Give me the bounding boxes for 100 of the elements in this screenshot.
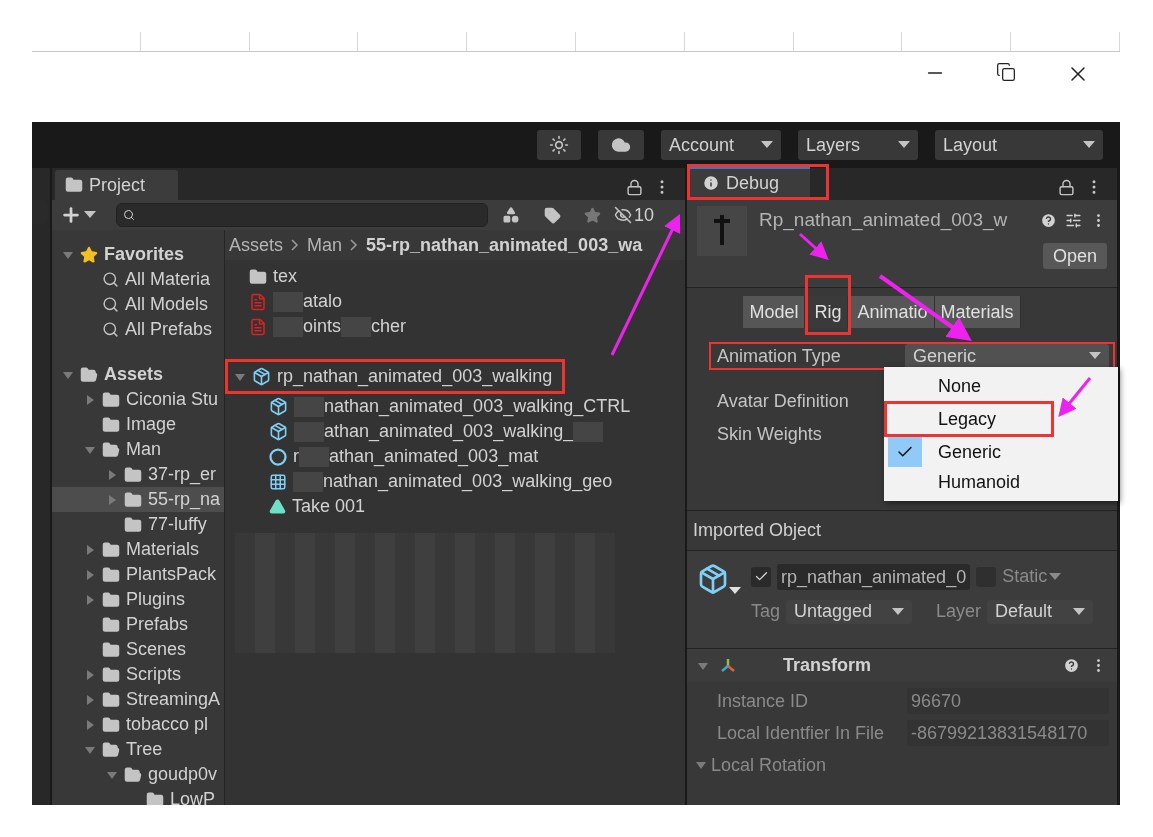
collapsed-arrow-icon[interactable]	[84, 693, 96, 706]
menu-item[interactable]: Humanoid	[884, 467, 1118, 497]
tree-item[interactable]: Image	[52, 412, 224, 437]
tree-item[interactable]: Assets	[52, 362, 224, 387]
asset-item[interactable]: Take 001	[225, 494, 685, 519]
tree-item[interactable]: Scenes	[52, 637, 224, 662]
tree-item[interactable]: Scripts	[52, 662, 224, 687]
asset-name: athan_animated_003_walking_	[324, 420, 574, 444]
debug-tab[interactable]: Debug	[690, 167, 810, 197]
info-icon	[702, 174, 720, 192]
breadcrumb-link[interactable]: Man	[307, 231, 343, 259]
tree-item[interactable]: Prefabs	[52, 612, 224, 637]
collapsed-arrow-icon[interactable]	[106, 493, 118, 506]
help-icon[interactable]	[1040, 211, 1057, 229]
asset-item[interactable]: r athan_animated_003_mat	[225, 444, 685, 469]
collapsed-arrow-icon[interactable]	[84, 718, 96, 731]
collapsed-arrow-icon[interactable]	[84, 668, 96, 681]
collapsed-arrow-icon[interactable]	[84, 543, 96, 556]
tree-item[interactable]: Tree	[52, 737, 224, 762]
tree-item[interactable]: Favorites	[52, 242, 224, 267]
caret-icon	[729, 587, 741, 595]
open-folder-icon	[102, 440, 120, 459]
open-button[interactable]: Open	[1042, 242, 1107, 269]
asset-name: cher	[371, 315, 407, 338]
asset-item[interactable]: nathan_animated_003_walking_geo	[225, 469, 685, 494]
tree-item[interactable]: goudp0v	[52, 762, 224, 787]
search-field[interactable]	[116, 203, 488, 227]
collapsed-arrow-icon[interactable]	[84, 393, 96, 406]
folder-icon	[102, 540, 120, 559]
tree-item[interactable]: All Materia	[52, 267, 224, 292]
tree-item[interactable]: Plugins	[52, 587, 224, 612]
tree-item[interactable]: StreamingA	[52, 687, 224, 712]
field-label: Instance ID	[717, 689, 810, 713]
caret-icon	[1073, 607, 1086, 616]
field-label: Tag	[751, 600, 781, 623]
caret-icon	[898, 141, 910, 149]
field-label: Layer	[936, 600, 982, 623]
tree-item[interactable]: Ciconia Stu	[52, 387, 224, 412]
toolbar-dropdown[interactable]: Layout	[935, 130, 1103, 160]
asset-item[interactable]: nathan_animated_003_walking_CTRL	[225, 394, 685, 419]
folder-icon	[124, 465, 142, 484]
tag-dropdown[interactable]: Untagged	[786, 599, 913, 624]
tree-item[interactable]: All Prefabs	[52, 317, 224, 342]
hidden-packages-button[interactable]: 10	[614, 201, 655, 229]
caret-icon	[1083, 141, 1095, 149]
project-tab[interactable]: Project	[55, 170, 178, 200]
breadcrumb-link[interactable]: 55-rp_nathan_animated_003_wa	[366, 231, 643, 259]
foldout-arrow-icon[interactable]	[695, 759, 707, 771]
triangle-icon	[269, 498, 286, 515]
asset-item[interactable]: atalo	[225, 289, 685, 314]
cloud-button[interactable]	[598, 130, 644, 160]
asset-item[interactable]: athan_animated_003_walking_	[225, 419, 685, 444]
folder-icon	[124, 515, 142, 534]
breadcrumb-link[interactable]: Assets	[229, 231, 284, 259]
tree-item[interactable]: PlantsPack	[52, 562, 224, 587]
search-icon	[102, 271, 119, 288]
presets-icon[interactable]	[1065, 211, 1082, 229]
menu-item[interactable]: None	[884, 371, 1118, 401]
star-icon	[583, 206, 601, 224]
lock-icon[interactable]	[1058, 178, 1075, 196]
importer-tab[interactable]: Materials	[934, 296, 1021, 328]
open-folder-icon	[102, 740, 120, 759]
folder-icon	[102, 565, 120, 584]
help-icon[interactable]	[1063, 657, 1080, 674]
asset-name: Take 001	[292, 495, 366, 518]
tree-item[interactable]: All Models	[52, 292, 224, 317]
tree-item[interactable]: 77-luffy	[52, 512, 224, 537]
caret-icon	[1049, 572, 1062, 581]
collapsed-arrow-icon[interactable]	[106, 468, 118, 481]
toolbar-dropdown[interactable]: Layers	[798, 130, 918, 160]
importer-tab[interactable]: Animatio	[851, 296, 935, 328]
tree-item[interactable]: Materials	[52, 537, 224, 562]
importer-tab[interactable]: Model	[743, 296, 806, 328]
lighting-button[interactable]	[537, 130, 581, 160]
folder-icon	[124, 490, 142, 509]
tree-item[interactable]: 55-rp_na	[52, 487, 224, 512]
cube-icon	[269, 397, 288, 416]
restore-icon[interactable]	[996, 62, 1016, 82]
object-name-field[interactable]: rp_nathan_animated_0	[777, 563, 971, 590]
folder-icon	[102, 415, 120, 434]
tree-item[interactable]: tobacco pl	[52, 712, 224, 737]
active-checkbox[interactable]	[751, 566, 771, 587]
layer-dropdown[interactable]: Default	[987, 599, 1094, 624]
tree-item[interactable]: Man	[52, 437, 224, 462]
collapsed-arrow-icon[interactable]	[84, 568, 96, 581]
asset-item[interactable]: tex	[225, 264, 685, 289]
collapsed-arrow-icon[interactable]	[84, 593, 96, 606]
asset-item[interactable]: oints cher	[225, 314, 685, 339]
asset-item[interactable]: rp_nathan_animated_003_walking	[228, 364, 563, 389]
folder-icon	[102, 690, 120, 709]
asset-name: atalo	[303, 290, 343, 313]
component-title: Transform	[783, 654, 873, 677]
lock-icon[interactable]	[626, 178, 643, 196]
pdf-file-icon	[249, 317, 267, 336]
toolbar-dropdown[interactable]: Account	[661, 130, 781, 160]
tree-item[interactable]: LowP	[52, 787, 224, 805]
animation-type-dropdown[interactable]: Generic	[905, 344, 1109, 368]
cube-icon	[252, 367, 271, 386]
tree-item[interactable]: 37-rp_er	[52, 462, 224, 487]
menu-item[interactable]: Generic	[884, 437, 1118, 467]
